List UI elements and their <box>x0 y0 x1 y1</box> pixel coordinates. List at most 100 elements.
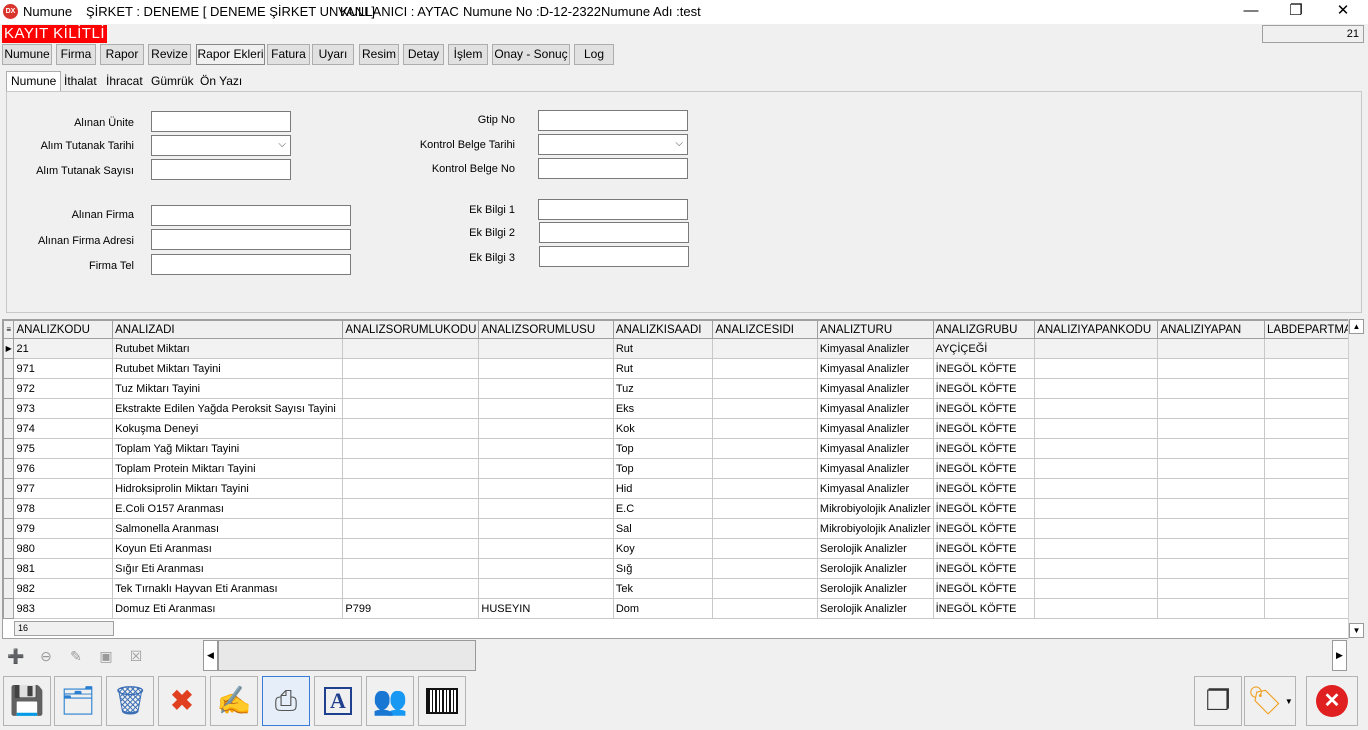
column-header[interactable]: ANALIZGRUBU <box>932 320 1036 339</box>
table-cell[interactable] <box>478 338 614 359</box>
row-indicator[interactable] <box>3 538 15 559</box>
table-cell[interactable]: Hidroksiprolin Miktarı Tayini <box>112 478 344 499</box>
table-cell[interactable]: İNEGÖL KÖFTE <box>932 478 1036 499</box>
table-cell[interactable] <box>1034 478 1159 499</box>
table-cell[interactable] <box>1157 418 1266 439</box>
table-cell[interactable]: 971 <box>13 358 114 379</box>
table-cell[interactable]: 978 <box>13 498 114 519</box>
table-cell[interactable] <box>1157 398 1266 419</box>
menu-log[interactable]: Log <box>574 44 614 65</box>
table-cell[interactable]: İNEGÖL KÖFTE <box>932 538 1036 559</box>
menu-rapor[interactable]: Rapor <box>100 44 144 65</box>
scroll-thumb[interactable] <box>218 640 476 671</box>
table-cell[interactable]: İNEGÖL KÖFTE <box>932 458 1036 479</box>
table-cell[interactable]: Tek <box>612 578 714 599</box>
tab-numune[interactable]: Numune <box>6 71 62 92</box>
table-cell[interactable] <box>342 518 480 539</box>
table-cell[interactable]: Kimyasal Analizler <box>816 338 934 359</box>
table-cell[interactable] <box>712 338 818 359</box>
table-cell[interactable]: 973 <box>13 398 114 419</box>
table-cell[interactable] <box>1157 558 1266 579</box>
row-indicator[interactable] <box>3 578 15 599</box>
table-cell[interactable]: Kok <box>612 418 714 439</box>
column-header[interactable]: ANALIZIYAPAN <box>1157 320 1266 339</box>
menu-revize[interactable]: Revize <box>148 44 191 65</box>
row-indicator[interactable] <box>3 558 15 579</box>
table-cell[interactable]: Kimyasal Analizler <box>816 378 934 399</box>
current-row-indicator-icon[interactable]: ▶ <box>3 338 15 359</box>
table-cell[interactable] <box>712 498 818 519</box>
copy-button[interactable]: ❐ <box>1194 676 1242 726</box>
column-header[interactable]: ANALIZKISAADI <box>612 320 714 339</box>
table-row[interactable]: 974 Kokuşma Deneyi Kok Kimyasal Analizler İN… <box>3 418 1363 439</box>
save-button[interactable]: 💾 <box>3 676 51 726</box>
table-row[interactable]: 976 Toplam Protein Miktarı Tayini Top Kimya… <box>3 458 1363 479</box>
table-cell[interactable] <box>342 538 480 559</box>
table-cell[interactable] <box>1034 438 1159 459</box>
column-header[interactable]: ANALIZSORUMLUKODU <box>342 320 480 339</box>
table-cell[interactable] <box>1034 558 1159 579</box>
column-header[interactable]: ANALIZKODU <box>13 320 114 339</box>
menu-rapor-ekleri[interactable]: Rapor Ekleri <box>196 44 265 65</box>
table-cell[interactable] <box>1034 538 1159 559</box>
table-cell[interactable]: Kimyasal Analizler <box>816 398 934 419</box>
alinan-firma-input[interactable] <box>151 205 351 226</box>
menu-detay[interactable]: Detay <box>403 44 444 65</box>
row-indicator[interactable] <box>3 438 15 459</box>
table-cell[interactable]: Ekstrakte Edilen Yağda Peroksit Sayısı T… <box>112 398 344 419</box>
row-indicator[interactable] <box>3 458 15 479</box>
post-record-icon[interactable]: ▣ <box>96 648 116 666</box>
table-cell[interactable]: AYÇİÇEĞİ <box>932 338 1036 359</box>
scroll-left-icon[interactable]: ◀ <box>203 640 218 671</box>
row-indicator[interactable] <box>3 478 15 499</box>
alinan-firma-adresi-input[interactable] <box>151 229 351 250</box>
table-cell[interactable] <box>712 518 818 539</box>
row-indicator[interactable] <box>3 378 15 399</box>
restore-button[interactable]: ❐ <box>1273 0 1319 24</box>
table-cell[interactable] <box>478 578 614 599</box>
row-indicator[interactable] <box>3 418 15 439</box>
table-cell[interactable] <box>1034 418 1159 439</box>
table-cell[interactable]: P799 <box>342 598 480 619</box>
table-cell[interactable] <box>478 538 614 559</box>
table-cell[interactable] <box>1157 598 1266 619</box>
table-cell[interactable] <box>478 558 614 579</box>
users-button[interactable]: 👥 <box>366 676 414 726</box>
table-cell[interactable]: Mikrobiyolojik Analizler <box>816 498 934 519</box>
table-cell[interactable] <box>712 418 818 439</box>
table-cell[interactable] <box>1157 378 1266 399</box>
table-cell[interactable]: Rut <box>612 358 714 379</box>
column-header[interactable]: ANALIZCESIDI <box>712 320 818 339</box>
table-cell[interactable] <box>712 558 818 579</box>
table-cell[interactable]: Kimyasal Analizler <box>816 358 934 379</box>
ek-bilgi-3-input[interactable] <box>539 246 689 267</box>
table-cell[interactable] <box>342 498 480 519</box>
menu-uyari[interactable]: Uyarı <box>312 44 354 65</box>
menu-resim[interactable]: Resim <box>359 44 399 65</box>
table-cell[interactable] <box>1157 498 1266 519</box>
column-header[interactable]: ANALIZTURU <box>816 320 934 339</box>
table-cell[interactable]: 21 <box>13 338 114 359</box>
tab-on-yazi[interactable]: Ön Yazı <box>200 72 242 91</box>
table-cell[interactable] <box>1157 358 1266 379</box>
menu-fatura[interactable]: Fatura <box>267 44 310 65</box>
tab-gumruk[interactable]: Gümrük <box>151 72 194 91</box>
table-row[interactable]: 978 E.Coli O157 Aranması E.C Mikrobiyolojik… <box>3 498 1363 519</box>
table-cell[interactable]: Domuz Eti Aranması <box>112 598 344 619</box>
table-cell[interactable] <box>1157 518 1266 539</box>
table-cell[interactable]: Eks <box>612 398 714 419</box>
tag-button[interactable]: 🏷 ▼ <box>1244 676 1296 726</box>
table-cell[interactable]: Serolojik Analizler <box>816 578 934 599</box>
menu-firma[interactable]: Firma <box>56 44 96 65</box>
table-row[interactable]: 982 Tek Tırnaklı Hayvan Eti Aranması Tek Se… <box>3 578 1363 599</box>
table-cell[interactable] <box>1034 598 1159 619</box>
table-cell[interactable] <box>342 558 480 579</box>
cancel-button[interactable]: ✖ <box>158 676 206 726</box>
table-cell[interactable]: Hid <box>612 478 714 499</box>
table-cell[interactable]: 976 <box>13 458 114 479</box>
scroll-up-icon[interactable]: ▲ <box>1349 319 1364 334</box>
tab-ithalat[interactable]: İthalat <box>64 72 97 91</box>
table-cell[interactable]: Rutubet Miktarı <box>112 338 344 359</box>
table-row[interactable]: 980 Koyun Eti Aranması Koy Serolojik Analiz… <box>3 538 1363 559</box>
menu-islem[interactable]: İşlem <box>448 44 488 65</box>
